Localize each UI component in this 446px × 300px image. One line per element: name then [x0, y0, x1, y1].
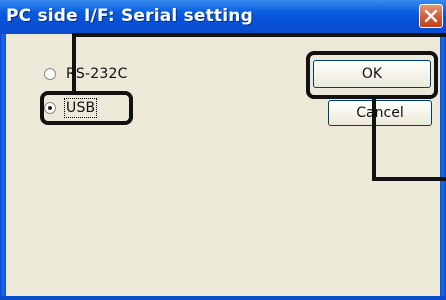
title-bar[interactable]: PC side I/F: Serial setting [0, 0, 446, 34]
callout-usb-highlight [40, 91, 133, 125]
window-frame-right [440, 34, 446, 300]
window-frame-left [0, 34, 6, 300]
dialog-title: PC side I/F: Serial setting [6, 6, 253, 26]
window-frame-bottom [0, 296, 446, 300]
callout-leader-ok-horizontal [372, 177, 446, 181]
callout-leader-ok-vertical [372, 97, 376, 181]
cancel-button[interactable]: Cancel [328, 100, 432, 126]
radio-rs232c[interactable]: RS-232C [44, 66, 128, 82]
close-button[interactable] [419, 4, 443, 28]
callout-leader-usb-vertical [72, 33, 76, 93]
callout-leader-usb-horizontal [72, 33, 446, 37]
callout-ok-highlight [306, 51, 438, 99]
dialog-window: PC side I/F: Serial setting RS-232C USB … [0, 0, 446, 300]
cancel-button-label: Cancel [356, 105, 404, 121]
close-icon [424, 9, 438, 23]
radio-rs232c-circle[interactable] [44, 68, 56, 80]
